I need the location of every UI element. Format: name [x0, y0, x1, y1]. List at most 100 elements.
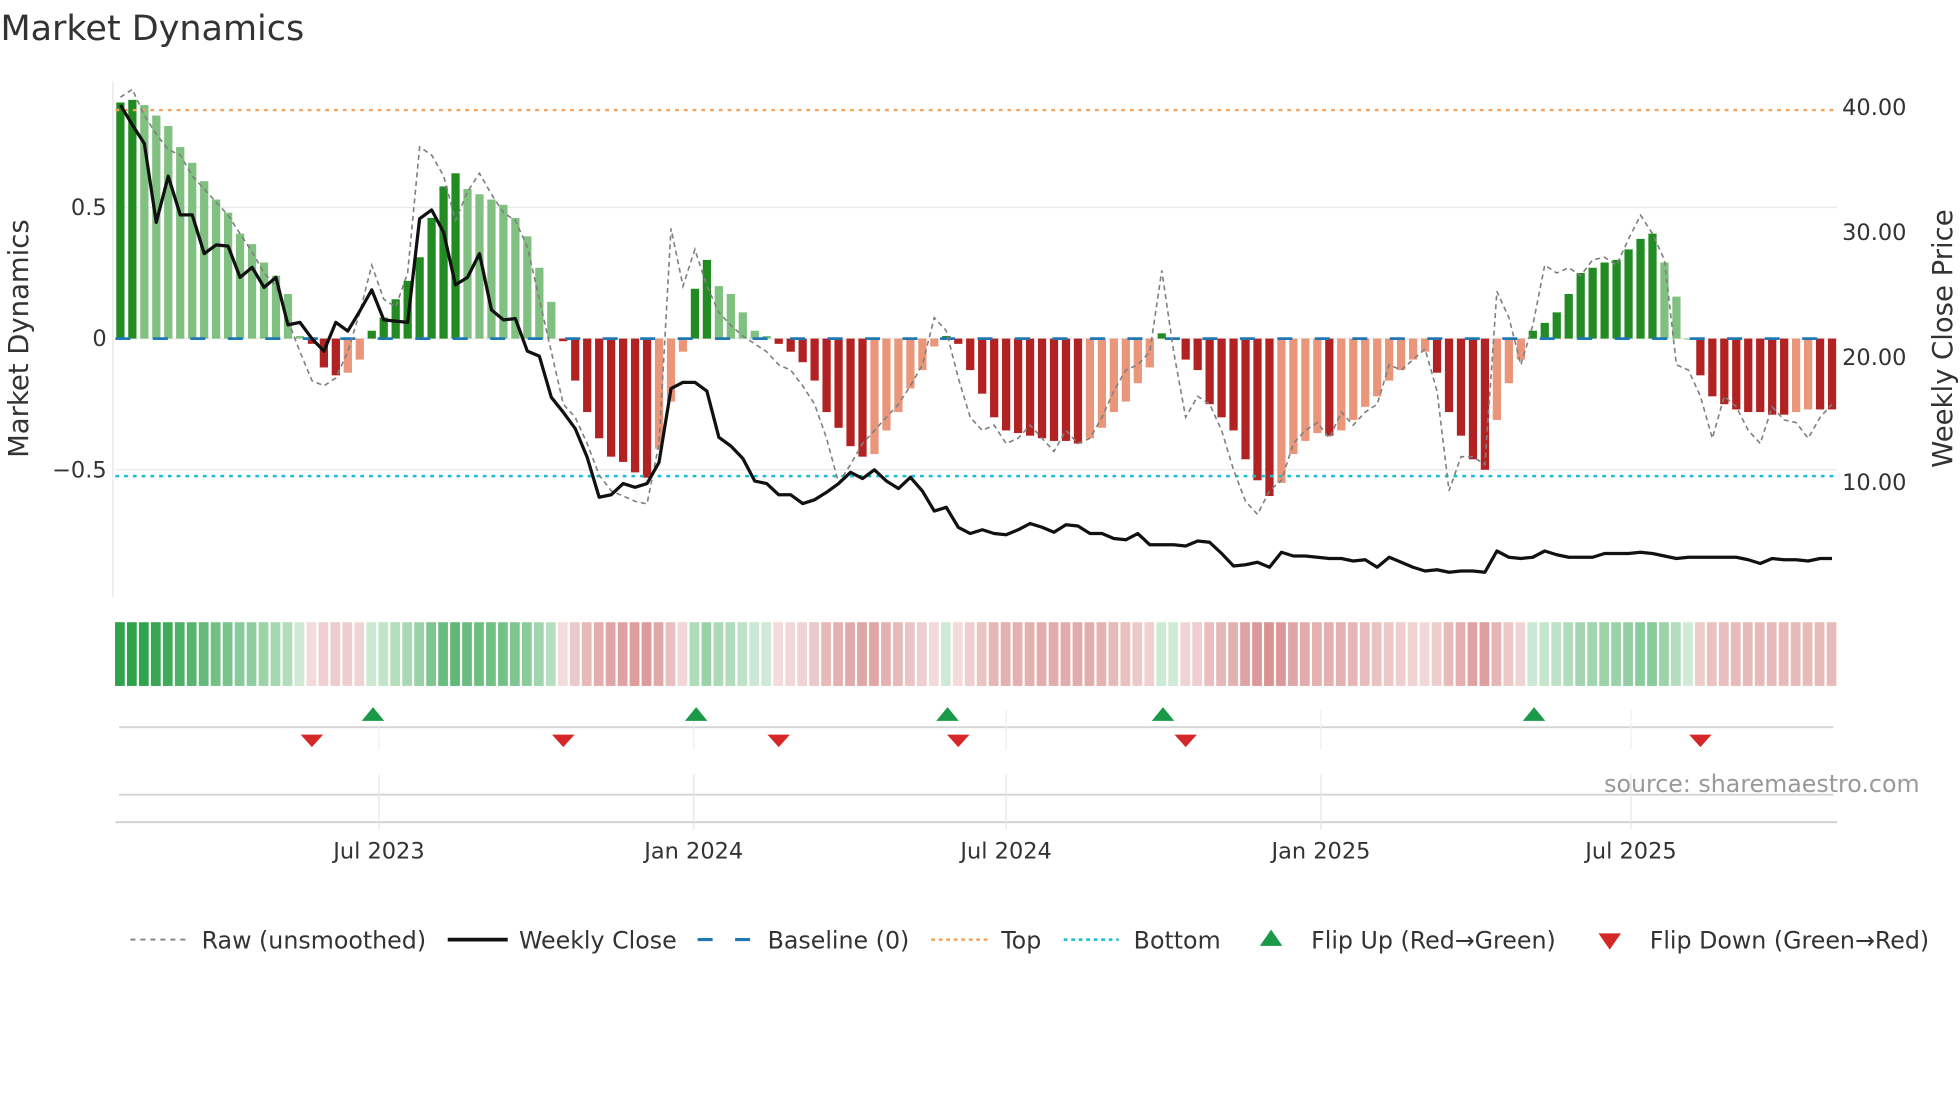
momentum-bar — [1037, 338, 1047, 439]
momentum-bar — [1002, 338, 1011, 431]
heat-cell — [809, 622, 819, 686]
heat-cell — [1120, 622, 1131, 686]
flip-down-marker — [552, 734, 575, 748]
momentum-bar — [1624, 249, 1633, 339]
heat-cell — [1144, 622, 1155, 686]
y2-axis-label: Weekly Close Price — [1927, 209, 1959, 467]
x-tick-label: Jul 2023 — [331, 838, 424, 864]
momentum-bar — [906, 338, 915, 389]
momentum-bar — [630, 338, 640, 473]
momentum-bar — [1540, 322, 1549, 339]
momentum-bar — [547, 301, 556, 339]
heat-cell — [1264, 622, 1274, 686]
heat-cell — [605, 622, 616, 686]
momentum-bar — [894, 338, 903, 413]
momentum-bar — [607, 338, 616, 457]
momentum-bar — [451, 173, 460, 339]
heat-cell — [1383, 622, 1394, 686]
heat-cell — [1072, 622, 1083, 686]
momentum-bar — [1696, 338, 1705, 376]
momentum-bar — [1564, 293, 1573, 339]
legend-flip-down-icon — [1598, 933, 1621, 950]
momentum-bar — [583, 338, 592, 413]
momentum-bar — [523, 236, 532, 339]
heat-cell — [1240, 622, 1250, 686]
momentum-bar — [1373, 338, 1382, 397]
x-tick-label: Jul 2024 — [958, 838, 1051, 864]
momentum-bar — [439, 186, 448, 339]
heat-cell — [438, 622, 448, 686]
heat-cell — [1192, 622, 1203, 686]
heat-cell — [1754, 622, 1765, 686]
momentum-bar — [1660, 262, 1669, 339]
heat-cell — [1024, 622, 1035, 686]
heat-cell — [1766, 622, 1777, 686]
heat-cell — [1431, 622, 1442, 686]
heat-cell — [857, 622, 867, 686]
momentum-bar — [235, 233, 245, 339]
heat-cell — [1288, 622, 1298, 686]
heat-cell — [1814, 622, 1825, 686]
momentum-bar — [535, 267, 544, 339]
heat-cell — [1539, 622, 1550, 686]
heat-cell — [450, 622, 460, 686]
y2-tick-label: 40.00 — [1842, 95, 1906, 121]
heat-cell — [1276, 622, 1286, 686]
heat-cell — [1443, 622, 1454, 686]
heat-cell — [1683, 622, 1693, 686]
heat-cell — [378, 622, 389, 686]
y2-tick-label: 20.00 — [1842, 345, 1906, 371]
heat-cell — [1419, 622, 1430, 686]
momentum-bar — [1456, 338, 1466, 436]
legend-bottom: Bottom — [1134, 926, 1221, 954]
momentum-bar — [188, 162, 197, 339]
momentum-bar — [1576, 273, 1585, 339]
heat-cell — [1563, 622, 1574, 686]
heat-cell — [1802, 622, 1813, 686]
momentum-bar — [427, 217, 436, 339]
momentum-bar — [846, 338, 855, 447]
heat-cell — [162, 622, 173, 686]
momentum-bar — [1432, 338, 1442, 373]
heat-cell — [198, 622, 209, 686]
chart-title: Market Dynamics — [0, 9, 304, 49]
heat-cell — [677, 622, 688, 686]
momentum-bar — [1013, 338, 1023, 434]
flip-down-marker — [767, 734, 790, 748]
heat-cell — [976, 622, 987, 686]
momentum-bar — [1480, 338, 1490, 470]
momentum-bar — [116, 102, 125, 339]
momentum-bar — [1193, 338, 1202, 371]
flip-up-marker — [684, 707, 708, 721]
momentum-bar — [176, 147, 185, 339]
heat-cell — [1623, 622, 1633, 686]
momentum-bar — [990, 338, 999, 418]
heat-cell — [1730, 622, 1741, 686]
heat-cell — [1671, 622, 1681, 686]
momentum-bar — [200, 181, 209, 339]
heat-cell — [1575, 622, 1586, 686]
heat-cell — [725, 622, 736, 686]
momentum-bar — [1361, 338, 1370, 407]
y2-tick-label: 10.00 — [1842, 470, 1906, 496]
heat-cell — [426, 622, 436, 686]
momentum-bar — [1049, 338, 1059, 441]
momentum-bar — [918, 338, 927, 371]
heat-cell — [402, 622, 413, 686]
momentum-bar — [870, 338, 879, 455]
momentum-bar — [1349, 338, 1358, 420]
heat-cell — [797, 622, 808, 686]
momentum-bar — [966, 338, 975, 371]
momentum-bar — [1780, 338, 1789, 415]
x-ticks: Jul 2023 Jan 2024 Jul 2024 Jan 2025 Jul 2025 — [331, 838, 1676, 864]
heat-cell — [988, 622, 999, 686]
flip-down-marker — [1174, 734, 1197, 748]
flip-down-marker — [1689, 734, 1712, 748]
heat-cell — [1359, 622, 1370, 686]
heat-cell — [186, 622, 197, 686]
momentum-bar — [595, 338, 604, 439]
heat-cell — [390, 622, 401, 686]
momentum-bar — [810, 338, 819, 381]
heat-cell — [270, 622, 281, 686]
heat-cell — [1204, 622, 1214, 686]
